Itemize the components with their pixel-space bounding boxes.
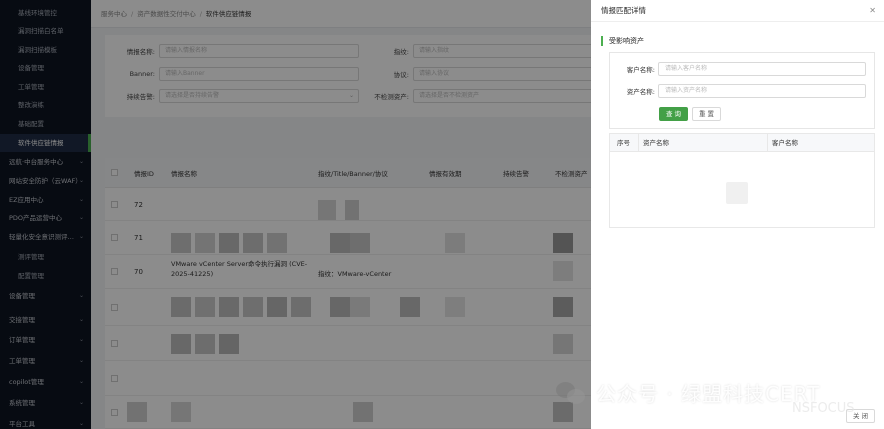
drawer-header: 情报匹配详情 ✕ <box>591 0 884 22</box>
asset-name-label: 资产名称: <box>626 88 655 96</box>
reset-button[interactable]: 重 置 <box>692 107 721 121</box>
column-header: 客户名称 <box>772 139 798 147</box>
table-header: 序号 资产名称 客户名称 <box>610 134 874 152</box>
loading-spinner-icon <box>726 182 748 204</box>
watermark-text: 公众号 · 绿盟科技CERT <box>596 382 821 406</box>
intel-match-drawer: 情报匹配详情 ✕ 受影响资产 客户名称: 请输入客户名称 资产名称: 请输入资产… <box>591 0 884 429</box>
customer-name-label: 客户名称: <box>626 66 655 74</box>
query-button[interactable]: 查 询 <box>659 107 688 121</box>
asset-search-form: 客户名称: 请输入客户名称 资产名称: 请输入资产名称 查 询 重 置 <box>609 52 875 129</box>
customer-name-input[interactable]: 请输入客户名称 <box>658 62 866 76</box>
watermark-subtext: NSFOCUS <box>792 401 855 416</box>
wechat-icon <box>556 380 586 406</box>
asset-name-input[interactable]: 请输入资产名称 <box>658 84 866 98</box>
close-icon[interactable]: ✕ <box>869 0 876 22</box>
drawer-title: 情报匹配详情 <box>601 6 646 15</box>
modal-mask[interactable] <box>0 0 591 429</box>
affected-assets-title: 受影响资产 <box>601 36 644 46</box>
watermark: 公众号 · 绿盟科技CERT <box>556 378 820 407</box>
column-header: 序号 <box>617 139 630 147</box>
affected-assets-table: 序号 资产名称 客户名称 <box>609 133 875 228</box>
column-header: 资产名称 <box>643 139 669 147</box>
